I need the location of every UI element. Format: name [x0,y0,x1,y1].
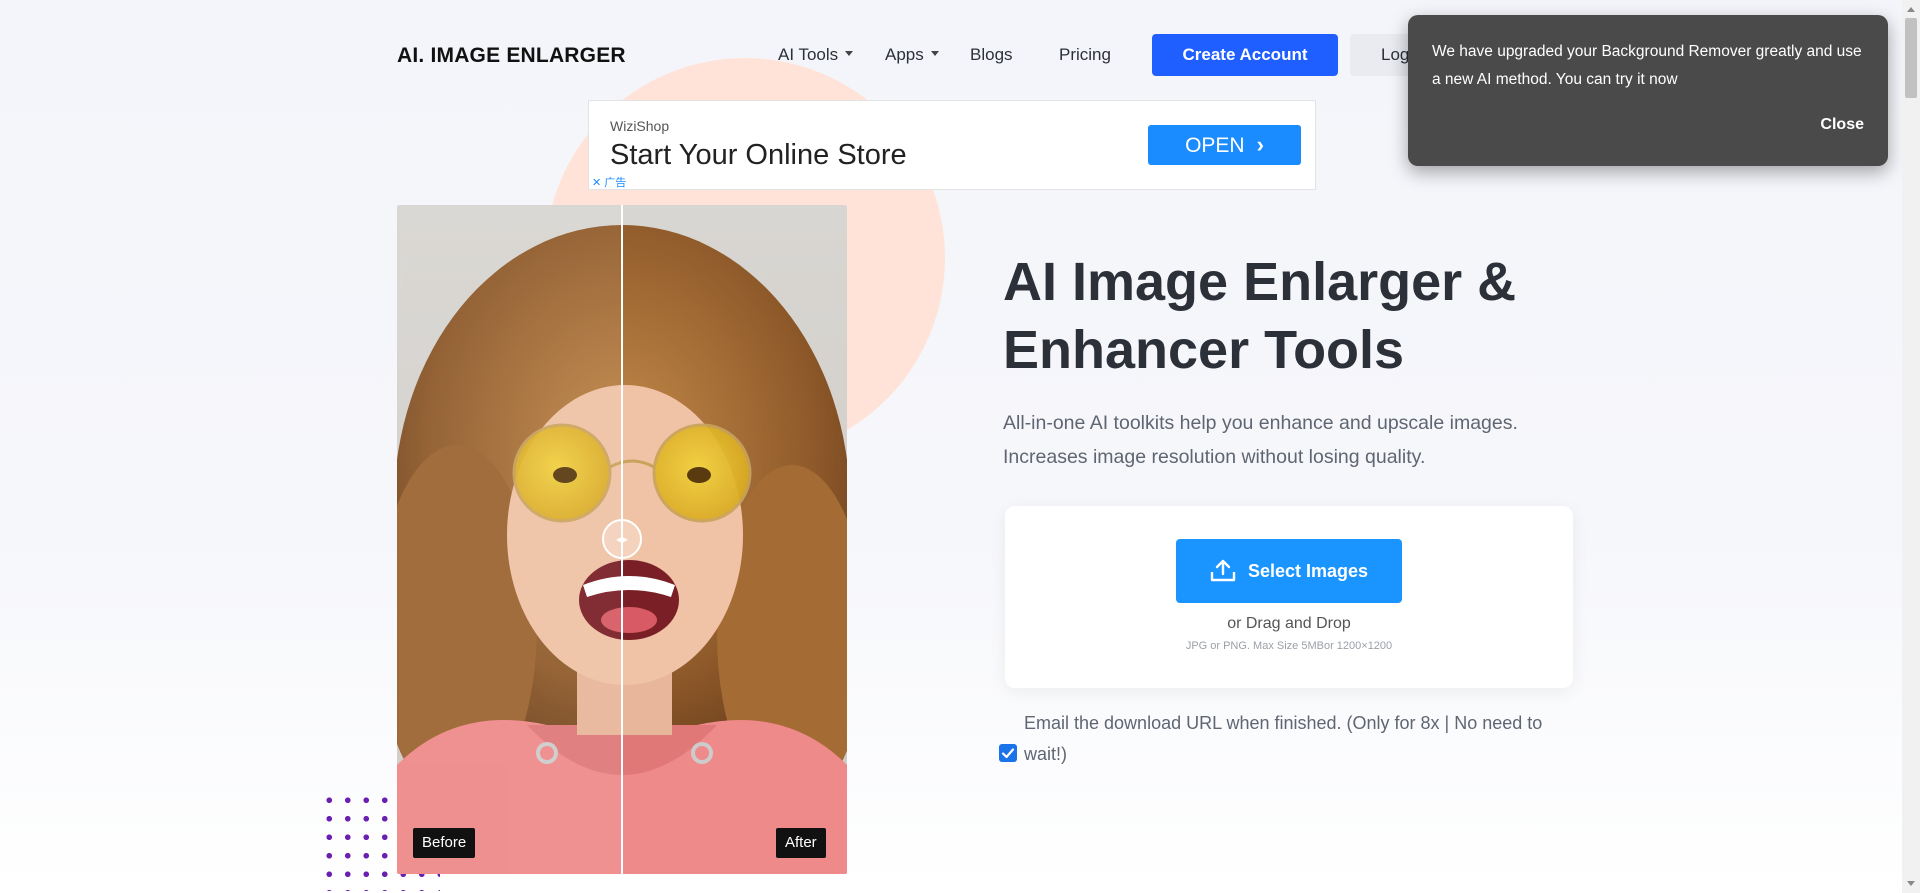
ad-choices[interactable]: ✕ 广告 [592,174,626,190]
after-label: After [776,828,826,858]
ad-banner[interactable]: WiziShop Start Your Online Store OPEN › ✕… [588,100,1316,190]
before-label: Before [413,828,476,858]
nav-pricing[interactable]: Pricing [1059,38,1111,72]
email-checkbox[interactable] [999,744,1017,762]
scroll-down-icon[interactable] [1907,881,1915,886]
scroll-up-icon[interactable] [1907,7,1915,12]
select-images-button[interactable]: Select Images [1176,539,1402,603]
drag-drop-text: or Drag and Drop [1227,615,1351,632]
ad-headline[interactable]: Start Your Online Store [610,139,907,172]
caret-down-icon [930,51,939,57]
site-logo[interactable]: AI. IMAGE ENLARGER [397,44,626,68]
notification-toast: We have upgraded your Background Remover… [1408,15,1888,166]
format-hint: JPG or PNG. Max Size 5MBor 1200×1200 [1185,640,1393,652]
scroll-thumb[interactable] [1905,18,1917,98]
nav-ai-tools-label: AI Tools [778,45,839,64]
check-icon [1001,748,1015,759]
hero-subtitle: All-in-one AI toolkits help you enhance … [1003,412,1518,468]
nav-blogs[interactable]: Blogs [970,38,1013,72]
caret-down-icon [845,51,854,57]
ad-open-label: OPEN [1185,134,1245,157]
ad-brand: WiziShop [610,118,670,134]
page-scrollbar[interactable] [1902,0,1920,893]
toast-close-button[interactable]: Close [1820,116,1864,134]
nav-apps[interactable]: Apps [885,38,939,72]
create-account-button[interactable]: Create Account [1152,34,1338,76]
upload-icon [1210,559,1236,582]
hero-title: AI Image Enlarger & Enhancer Tools [1003,252,1517,380]
before-after-comparison[interactable]: ◂▸ Before After [397,205,847,874]
toast-message: We have upgraded your Background Remover… [1432,43,1862,88]
chevron-right-icon: › [1256,132,1264,157]
upload-card[interactable]: Select Images or Drag and Drop JPG or PN… [1005,506,1573,688]
comparison-slider-handle[interactable]: ◂▸ [602,519,642,559]
select-images-label: Select Images [1247,560,1369,581]
nav-apps-label: Apps [885,45,924,64]
email-option-label: Email the download URL when finished. (O… [1024,713,1543,764]
ad-open-button[interactable]: OPEN › [1148,125,1301,165]
